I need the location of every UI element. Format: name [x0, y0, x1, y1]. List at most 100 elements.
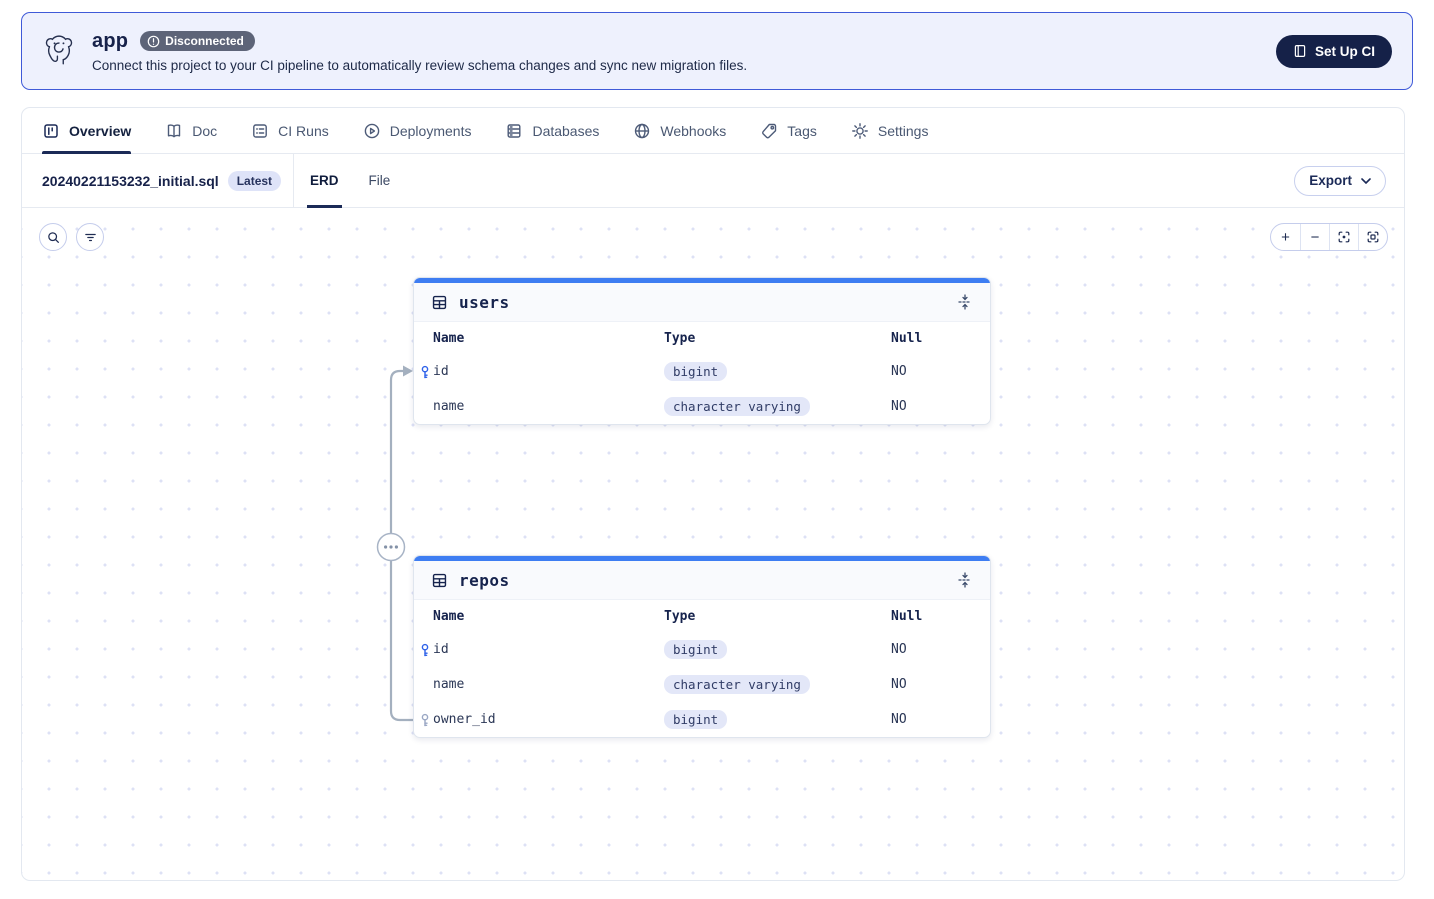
- tab-label: Tags: [787, 123, 817, 139]
- table-row[interactable]: id bigint NO: [414, 632, 990, 667]
- postgres-elephant-icon: [42, 34, 76, 68]
- table-row[interactable]: name character varying NO: [414, 389, 990, 424]
- tab-databases[interactable]: Databases: [505, 108, 599, 153]
- migration-filename: 20240221153232_initial.sql: [42, 173, 219, 189]
- collapse-icon: [957, 572, 973, 588]
- export-button[interactable]: Export: [1294, 166, 1386, 196]
- view-tabs: ERD File: [310, 154, 390, 207]
- project-tabs: Overview Doc CI Runs Deployments Databas…: [22, 108, 1404, 154]
- tab-label: Databases: [532, 123, 599, 139]
- primary-key-icon: [418, 643, 432, 657]
- status-badge: Disconnected: [140, 31, 255, 51]
- tab-label: CI Runs: [278, 123, 329, 139]
- view-tab-label: File: [369, 173, 391, 188]
- checklist-icon: [251, 122, 269, 140]
- play-circle-icon: [363, 122, 381, 140]
- collapse-button[interactable]: [957, 572, 973, 588]
- column-null: NO: [891, 399, 990, 414]
- zoom-out-button[interactable]: −: [1300, 224, 1329, 250]
- tab-erd[interactable]: ERD: [310, 154, 339, 207]
- table-icon: [431, 294, 448, 311]
- column-header-row: Name Type Null: [414, 600, 990, 632]
- search-icon: [46, 230, 61, 245]
- column-null: NO: [891, 642, 990, 657]
- alert-circle-icon: [147, 35, 160, 48]
- tab-ci-runs[interactable]: CI Runs: [251, 108, 329, 153]
- tag-icon: [760, 122, 778, 140]
- erd-canvas[interactable]: + − users Name Type Null: [22, 208, 1404, 880]
- view-tab-label: ERD: [310, 173, 339, 188]
- chevron-down-icon: [1361, 178, 1371, 184]
- tab-overview[interactable]: Overview: [42, 108, 131, 153]
- table-row[interactable]: name character varying NO: [414, 667, 990, 702]
- filter-button[interactable]: [76, 223, 104, 251]
- tab-webhooks[interactable]: Webhooks: [633, 108, 726, 153]
- entity-name: users: [459, 293, 946, 312]
- column-type: bigint: [664, 710, 727, 729]
- journal-icon: [1293, 44, 1307, 58]
- ci-connect-banner: app Disconnected Connect this project to…: [21, 12, 1413, 90]
- fit-view-icon: [1366, 230, 1380, 244]
- set-up-ci-label: Set Up CI: [1315, 44, 1375, 59]
- edge-options-dot: [378, 534, 405, 561]
- col-header-null: Null: [891, 609, 990, 624]
- globe-icon: [633, 122, 651, 140]
- table-row[interactable]: owner_id bigint NO: [414, 702, 990, 737]
- export-label: Export: [1309, 173, 1352, 188]
- table-row[interactable]: id bigint NO: [414, 354, 990, 389]
- column-null: NO: [891, 364, 990, 379]
- status-label: Disconnected: [165, 34, 244, 48]
- collapse-icon: [957, 294, 973, 310]
- tab-settings[interactable]: Settings: [851, 108, 929, 153]
- column-name: owner_id: [433, 712, 664, 727]
- column-null: NO: [891, 677, 990, 692]
- tab-label: Deployments: [390, 123, 472, 139]
- entity-name: repos: [459, 571, 946, 590]
- table-icon: [431, 572, 448, 589]
- foreign-key-icon: [418, 713, 432, 727]
- tab-label: Doc: [192, 123, 217, 139]
- col-header-name: Name: [433, 609, 664, 624]
- server-icon: [505, 122, 523, 140]
- column-null: NO: [891, 712, 990, 727]
- entity-card-users[interactable]: users Name Type Null id bigint NO name c…: [413, 277, 991, 425]
- book-icon: [165, 122, 183, 140]
- tab-doc[interactable]: Doc: [165, 108, 217, 153]
- column-name: name: [433, 399, 664, 414]
- filter-icon: [83, 230, 98, 245]
- entity-header[interactable]: repos: [414, 561, 990, 600]
- col-header-null: Null: [891, 331, 990, 346]
- tab-file[interactable]: File: [369, 154, 391, 207]
- set-up-ci-button[interactable]: Set Up CI: [1276, 35, 1392, 68]
- col-header-name: Name: [433, 331, 664, 346]
- overview-icon: [42, 122, 60, 140]
- migration-file[interactable]: 20240221153232_initial.sql Latest: [22, 154, 294, 207]
- column-type: character varying: [664, 397, 810, 416]
- tab-tags[interactable]: Tags: [760, 108, 817, 153]
- column-header-row: Name Type Null: [414, 322, 990, 354]
- zoom-in-button[interactable]: +: [1271, 224, 1300, 250]
- column-name: id: [433, 642, 664, 657]
- entity-card-repos[interactable]: repos Name Type Null id bigint NO name c…: [413, 555, 991, 738]
- column-name: name: [433, 677, 664, 692]
- collapse-button[interactable]: [957, 294, 973, 310]
- gear-icon: [851, 122, 869, 140]
- migration-subheader: 20240221153232_initial.sql Latest ERD Fi…: [22, 154, 1404, 208]
- subheader-spacer: [390, 154, 1294, 207]
- center-view-button[interactable]: [1329, 224, 1358, 250]
- col-header-type: Type: [664, 331, 891, 346]
- search-button[interactable]: [39, 223, 67, 251]
- primary-key-icon: [418, 365, 432, 379]
- column-type: bigint: [664, 640, 727, 659]
- tab-deployments[interactable]: Deployments: [363, 108, 472, 153]
- project-title: app: [92, 30, 128, 53]
- project-panel: Overview Doc CI Runs Deployments Databas…: [21, 107, 1405, 881]
- zoom-controls: + −: [1270, 223, 1388, 251]
- fit-view-button[interactable]: [1358, 224, 1387, 250]
- tab-label: Settings: [878, 123, 929, 139]
- tab-label: Webhooks: [660, 123, 726, 139]
- latest-badge: Latest: [228, 171, 281, 191]
- banner-description: Connect this project to your CI pipeline…: [92, 58, 1260, 73]
- entity-header[interactable]: users: [414, 283, 990, 322]
- tab-label: Overview: [69, 123, 131, 139]
